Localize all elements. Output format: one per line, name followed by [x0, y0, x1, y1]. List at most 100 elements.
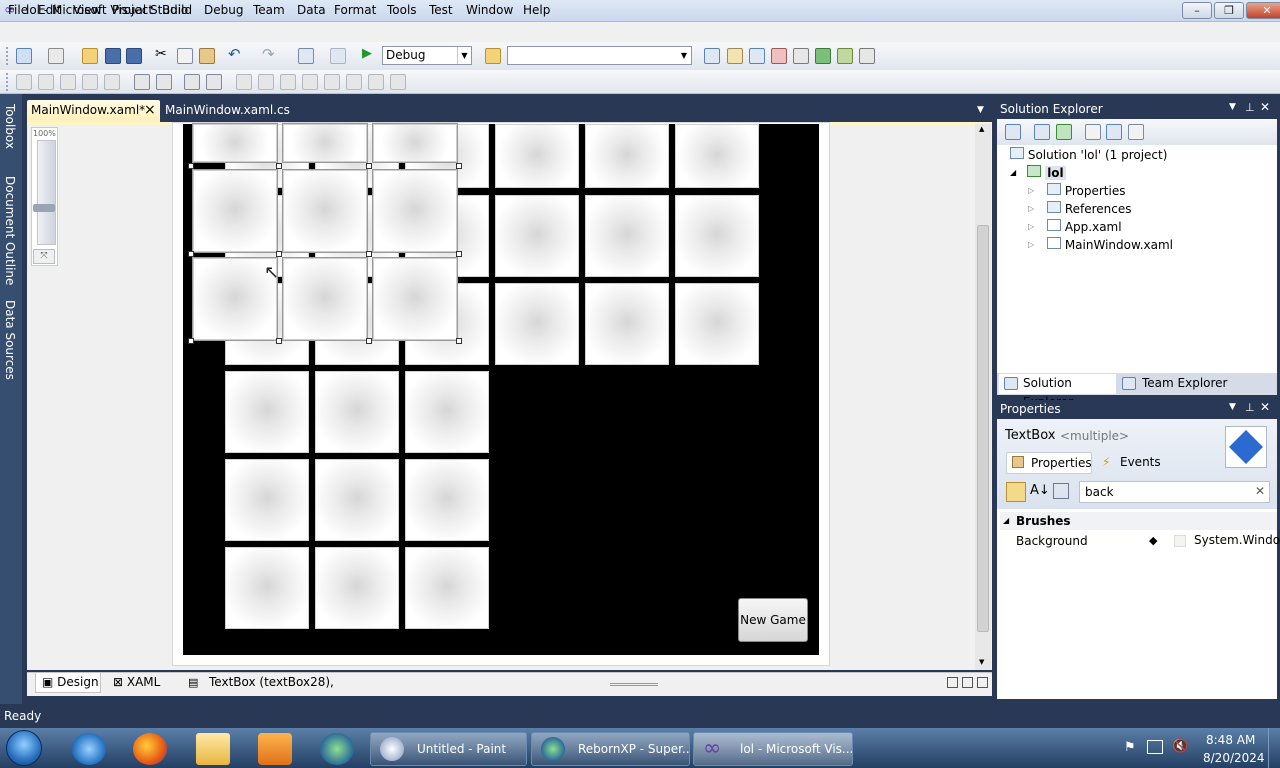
- clock-date[interactable]: 8/20/2024: [1203, 751, 1265, 765]
- expand-icon[interactable]: ▷: [1028, 222, 1034, 231]
- tree-item-references[interactable]: References: [1047, 200, 1132, 218]
- scroll-up-icon[interactable]: ▲: [979, 125, 984, 133]
- start-page-icon[interactable]: [815, 48, 831, 64]
- align-middles-icon[interactable]: [104, 74, 120, 90]
- menu-edit[interactable]: Edit: [38, 2, 61, 18]
- next-bookmark-folder-icon[interactable]: [346, 74, 362, 90]
- expand-icon[interactable]: ▷: [1028, 240, 1034, 249]
- expand-icon[interactable]: ▷: [1028, 186, 1034, 195]
- refresh-icon[interactable]: [1056, 124, 1072, 140]
- menu-test[interactable]: Test: [429, 2, 453, 18]
- tab-team-explorer[interactable]: Team Explorer: [1120, 374, 1228, 393]
- new-project-icon[interactable]: [16, 48, 32, 64]
- cut-icon[interactable]: ✂: [155, 46, 167, 62]
- window-position-icon[interactable]: ▼: [1229, 402, 1236, 412]
- solution-configuration-select[interactable]: Debug ▼: [382, 46, 472, 65]
- uncomment-icon[interactable]: [258, 74, 274, 90]
- game-tile[interactable]: [675, 124, 759, 188]
- property-marker-icon[interactable]: ◆: [1149, 534, 1157, 547]
- firefox-icon[interactable]: [133, 733, 167, 765]
- document-outline-tab[interactable]: Document Outline: [3, 176, 17, 285]
- alphabetical-sort-icon[interactable]: A↓: [1030, 483, 1050, 498]
- game-tile[interactable]: [585, 283, 669, 365]
- extension-manager-icon[interactable]: [793, 48, 809, 64]
- align-tops-icon[interactable]: [82, 74, 98, 90]
- selection-handle[interactable]: [188, 163, 194, 169]
- bring-to-front-icon[interactable]: [390, 74, 406, 90]
- property-search-input[interactable]: back: [1079, 481, 1270, 503]
- class-diagram-icon[interactable]: [1128, 124, 1144, 140]
- close-pane-icon[interactable]: ✕: [1260, 100, 1270, 114]
- game-tile[interactable]: [495, 283, 579, 365]
- solution-explorer-icon[interactable]: [704, 48, 720, 64]
- tree-item-mainwindow-xaml[interactable]: MainWindow.xaml: [1047, 236, 1173, 254]
- save-icon[interactable]: [105, 48, 121, 64]
- game-tile[interactable]: [405, 371, 489, 453]
- selection-handle[interactable]: [366, 251, 372, 257]
- game-tile[interactable]: [405, 459, 489, 541]
- browser-globe-icon[interactable]: [320, 733, 354, 765]
- clear-search-icon[interactable]: ✕: [1255, 484, 1265, 498]
- selected-textbox-tile[interactable]: [372, 123, 458, 163]
- tree-item-properties[interactable]: Properties: [1047, 182, 1125, 200]
- selection-handle[interactable]: [456, 251, 462, 257]
- menu-help[interactable]: Help: [523, 2, 550, 18]
- close-button[interactable]: ✕: [1246, 2, 1280, 19]
- action-center-flag-icon[interactable]: ⚑: [1124, 740, 1136, 755]
- tab-xaml[interactable]: ⊠ XAML: [107, 673, 160, 691]
- collapse-pane-icon[interactable]: [977, 677, 988, 688]
- find-combo[interactable]: ▼: [507, 46, 692, 65]
- selection-handle[interactable]: [366, 163, 372, 169]
- menu-tools[interactable]: Tools: [387, 2, 417, 18]
- filter-icon[interactable]: [1053, 483, 1069, 499]
- navigate-forward-icon[interactable]: [330, 48, 346, 64]
- object-browser-icon[interactable]: [749, 48, 765, 64]
- media-player-icon[interactable]: [258, 733, 292, 765]
- tab-mainwindow-xaml-cs[interactable]: MainWindow.xaml.cs: [165, 100, 290, 121]
- tree-project[interactable]: lol: [1027, 164, 1066, 182]
- game-tile[interactable]: [585, 124, 669, 188]
- window-position-icon[interactable]: ▼: [1229, 102, 1236, 112]
- comment-icon[interactable]: [236, 74, 252, 90]
- menu-project[interactable]: Project: [112, 2, 153, 18]
- bookmark-icon[interactable]: [280, 74, 296, 90]
- selected-textbox-tile[interactable]: [192, 123, 278, 163]
- zoom-slider-thumb[interactable]: [33, 204, 55, 212]
- collapse-category-icon[interactable]: ◢: [1003, 516, 1009, 525]
- align-rights-icon[interactable]: [60, 74, 76, 90]
- game-tile[interactable]: [495, 195, 579, 277]
- category-brushes[interactable]: Brushes: [1000, 512, 1277, 530]
- categorized-icon[interactable]: [1006, 482, 1026, 502]
- selected-textbox-tile[interactable]: [282, 257, 368, 341]
- clear-bookmarks-icon[interactable]: [368, 74, 384, 90]
- scroll-down-icon[interactable]: ▼: [979, 658, 984, 666]
- splitter-handle[interactable]: [610, 683, 658, 686]
- properties-window-icon[interactable]: [727, 48, 743, 64]
- selected-textbox-tile[interactable]: [282, 169, 368, 253]
- toolbox-icon[interactable]: [771, 48, 787, 64]
- volume-muted-icon[interactable]: 🔇: [1172, 739, 1188, 754]
- menu-file[interactable]: File: [8, 2, 28, 18]
- data-sources-tab[interactable]: Data Sources: [3, 300, 17, 380]
- selected-textbox-tile[interactable]: [372, 169, 458, 253]
- selection-handle[interactable]: [456, 338, 462, 344]
- redo-icon[interactable]: ↷: [262, 45, 275, 63]
- zoom-slider[interactable]: [37, 140, 56, 245]
- view-designer-icon[interactable]: [1106, 124, 1122, 140]
- next-bookmark-icon[interactable]: [324, 74, 340, 90]
- new-game-button[interactable]: New Game: [738, 598, 808, 642]
- show-desktop-button[interactable]: [1268, 728, 1280, 768]
- game-tile[interactable]: [315, 459, 399, 541]
- selection-handle[interactable]: [456, 163, 462, 169]
- show-all-files-icon[interactable]: [1005, 124, 1021, 140]
- game-tile[interactable]: [225, 459, 309, 541]
- close-tab-icon[interactable]: ×: [144, 100, 156, 121]
- auto-hide-pin-icon[interactable]: ⊥: [1245, 101, 1255, 114]
- scrollbar-thumb[interactable]: [977, 225, 989, 632]
- menu-format[interactable]: Format: [334, 2, 376, 18]
- tab-design[interactable]: ▣ Design: [35, 673, 101, 693]
- game-tile[interactable]: [495, 124, 579, 188]
- find-in-files-icon[interactable]: [485, 48, 501, 64]
- tab-overflow-icon[interactable]: ▼: [977, 105, 984, 115]
- menu-build[interactable]: Build: [162, 2, 192, 18]
